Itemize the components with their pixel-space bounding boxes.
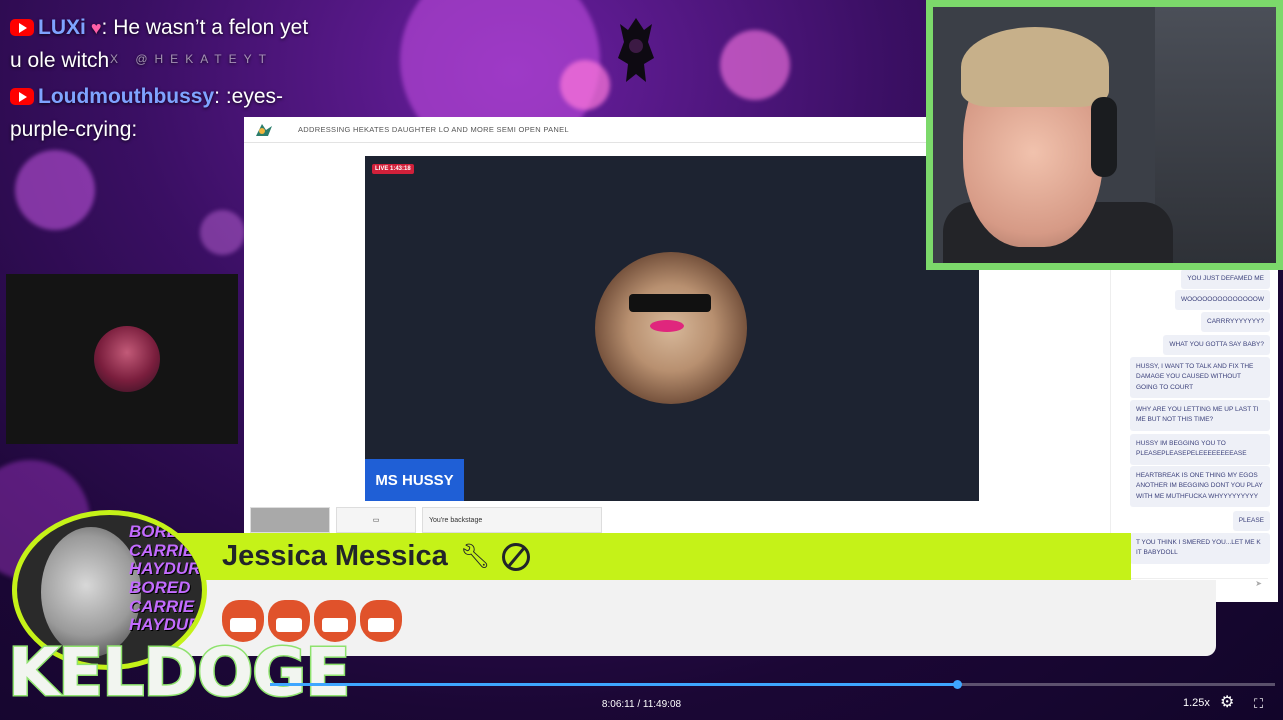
emblem-icon [618,18,654,82]
brand-logo: KELDOGE [6,634,351,711]
sunglasses [629,294,711,312]
side-chat-panel: YOU JUST DEFAMED ME WOOOOOOOOOOOOOOW CAR… [1110,267,1278,602]
progress-bar[interactable] [270,680,1275,689]
timecode: 8:06:11 / 11:49:08 [601,699,682,710]
chat-username: LUXi [38,16,86,39]
gear-icon[interactable]: ⚙ [1220,695,1234,711]
backstage-thumbnails: ▭ You're backstage [250,507,602,533]
screen-share-icon: ▭ [372,517,380,524]
chat-bubble: WHY ARE YOU LETTING ME UP LAST TI ME BUT… [1130,400,1270,431]
webcam-hair [961,27,1109,107]
exit-fullscreen-icon[interactable]: ⛶ [1254,697,1263,710]
chat-bubble: WOOOOOOOOOOOOOOW [1174,290,1270,311]
chat-bubble: T YOU THINK I SMERED YOU...LET ME K IT B… [1130,533,1270,564]
youtube-icon [10,88,34,106]
progress-fill [270,683,957,686]
backstage-label: You're backstage [429,516,483,524]
chat-bubble: WHAT YOU GOTTA SAY BABY? [1163,335,1270,356]
alert-username: Jessica Messica [222,540,448,572]
thumbnail-screen[interactable]: ▭ [336,507,416,533]
wrench-icon: 🔧︎ [459,543,491,570]
moderator-icon [502,542,531,571]
webcam-background [1155,7,1276,263]
watermark: X @HEKATEYT [110,52,273,66]
chat-bubble: PLEASE [1232,511,1270,532]
send-icon[interactable]: ➤ [1255,579,1262,588]
avatar-text: BORED CARRIE HAYDUR BORED CARRIE HAYDUR [129,522,201,635]
lips [650,320,684,332]
guest-avatar [595,252,747,404]
emote-icon [360,600,402,642]
guest-avatar [94,326,160,392]
progress-knob[interactable] [952,680,962,689]
chat-bubble: CARRRYYYYYYY? [1201,312,1270,333]
alert-name-bar: Jessica Messica 🔧︎ [170,533,1131,580]
app-logo-icon [256,123,272,136]
live-badge: LIVE 1:43:18 [372,164,414,174]
heart-icon: ♥ [85,18,102,38]
headset-icon [1091,97,1117,177]
current-time: 8:06:11 [601,699,635,710]
thumbnail-cam[interactable] [250,507,330,533]
chat-bubble: HUSSY, I WANT TO TALK AND FIX THE DAMAGE… [1130,357,1270,399]
webcam-feed [926,0,1283,270]
chat-bubble: YOU JUST DEFAMED ME [1181,269,1270,290]
left-camera-feed [6,274,238,444]
youtube-icon [10,19,34,36]
playback-speed[interactable]: 1.25x [1183,697,1210,709]
guest-nametag: MS HUSSY [365,459,464,501]
chat-username: Loudmouthbussy [38,85,215,109]
chat-bubble: HEARTBREAK IS ONE THING MY EGOS ANOTHER … [1130,466,1270,508]
video-stage: LIVE 1:43:18 MS HUSSY [365,156,979,501]
window-title: ADDRESSING HEKATES DAUGHTER LO AND MORE … [298,125,569,134]
chat-bubble: HUSSY IM BEGGING YOU TO PLEASEPLEASEPELE… [1130,434,1270,465]
backstage-thumbnail[interactable]: You're backstage [422,507,602,533]
total-time: 11:49:08 [642,699,682,710]
